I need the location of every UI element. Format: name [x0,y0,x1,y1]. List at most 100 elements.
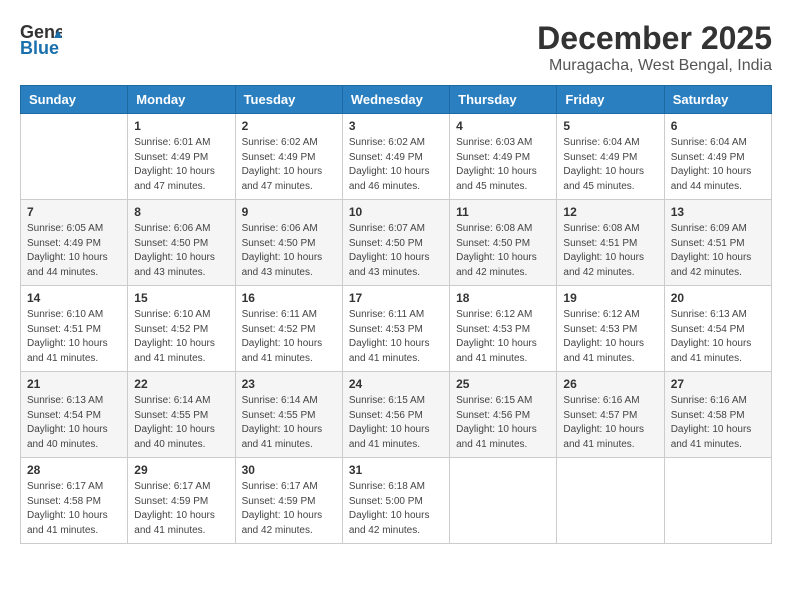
calendar-cell: 2 Sunrise: 6:02 AM Sunset: 4:49 PM Daylig… [235,114,342,200]
day-number: 7 [27,205,121,219]
calendar-cell: 7 Sunrise: 6:05 AM Sunset: 4:49 PM Daylig… [21,200,128,286]
day-number: 24 [349,377,443,391]
logo-icon: General Blue [20,20,62,58]
calendar-cell: 14 Sunrise: 6:10 AM Sunset: 4:51 PM Dayli… [21,286,128,372]
day-info: Sunrise: 6:06 AM Sunset: 4:50 PM Dayligh… [134,222,228,280]
day-number: 26 [563,377,657,391]
calendar-cell: 8 Sunrise: 6:06 AM Sunset: 4:50 PM Daylig… [128,200,235,286]
day-header-thursday: Thursday [450,86,557,114]
calendar-header-row: SundayMondayTuesdayWednesdayThursdayFrid… [21,86,772,114]
calendar-cell: 3 Sunrise: 6:02 AM Sunset: 4:49 PM Daylig… [342,114,449,200]
day-info: Sunrise: 6:16 AM Sunset: 4:57 PM Dayligh… [563,394,657,452]
calendar-cell: 31 Sunrise: 6:18 AM Sunset: 5:00 PM Dayli… [342,458,449,544]
day-number: 19 [563,291,657,305]
calendar-title: December 2025 [537,20,772,57]
calendar-cell: 4 Sunrise: 6:03 AM Sunset: 4:49 PM Daylig… [450,114,557,200]
day-info: Sunrise: 6:06 AM Sunset: 4:50 PM Dayligh… [242,222,336,280]
calendar-cell: 19 Sunrise: 6:12 AM Sunset: 4:53 PM Dayli… [557,286,664,372]
svg-text:Blue: Blue [20,38,59,58]
day-info: Sunrise: 6:16 AM Sunset: 4:58 PM Dayligh… [671,394,765,452]
day-info: Sunrise: 6:03 AM Sunset: 4:49 PM Dayligh… [456,136,550,194]
logo: General Blue [20,20,62,58]
day-info: Sunrise: 6:14 AM Sunset: 4:55 PM Dayligh… [134,394,228,452]
calendar-cell: 28Sunrise: 6:17 AM Sunset: 4:58 PM Dayli… [21,458,128,544]
day-info: Sunrise: 6:11 AM Sunset: 4:52 PM Dayligh… [242,308,336,366]
calendar-cell: 1 Sunrise: 6:01 AM Sunset: 4:49 PM Daylig… [128,114,235,200]
calendar-cell: 25 Sunrise: 6:15 AM Sunset: 4:56 PM Dayli… [450,372,557,458]
day-info: Sunrise: 6:08 AM Sunset: 4:50 PM Dayligh… [456,222,550,280]
day-number: 10 [349,205,443,219]
day-header-saturday: Saturday [664,86,771,114]
day-number: 1 [134,119,228,133]
day-number: 11 [456,205,550,219]
calendar-cell: 26 Sunrise: 6:16 AM Sunset: 4:57 PM Dayli… [557,372,664,458]
day-number: 5 [563,119,657,133]
calendar-cell: 16 Sunrise: 6:11 AM Sunset: 4:52 PM Dayli… [235,286,342,372]
calendar-cell: 12 Sunrise: 6:08 AM Sunset: 4:51 PM Dayli… [557,200,664,286]
day-number: 14 [27,291,121,305]
calendar-cell: 11 Sunrise: 6:08 AM Sunset: 4:50 PM Dayli… [450,200,557,286]
day-info: Sunrise: 6:15 AM Sunset: 4:56 PM Dayligh… [456,394,550,452]
day-header-sunday: Sunday [21,86,128,114]
title-block: December 2025 Muragacha, West Bengal, In… [537,20,772,75]
day-info: Sunrise: 6:07 AM Sunset: 4:50 PM Dayligh… [349,222,443,280]
day-info: Sunrise: 6:01 AM Sunset: 4:49 PM Dayligh… [134,136,228,194]
day-info: Sunrise: 6:10 AM Sunset: 4:51 PM Dayligh… [27,308,121,366]
page-header: General Blue December 2025 Muragacha, We… [20,20,772,75]
day-number: 4 [456,119,550,133]
day-info: Sunrise: 6:15 AM Sunset: 4:56 PM Dayligh… [349,394,443,452]
day-number: 21 [27,377,121,391]
calendar-cell: 27 Sunrise: 6:16 AM Sunset: 4:58 PM Dayli… [664,372,771,458]
day-number: 28 [27,463,121,477]
calendar-cell: 20Sunrise: 6:13 AM Sunset: 4:54 PM Dayli… [664,286,771,372]
calendar-cell: 13Sunrise: 6:09 AM Sunset: 4:51 PM Dayli… [664,200,771,286]
day-number: 30 [242,463,336,477]
calendar-cell: 22 Sunrise: 6:14 AM Sunset: 4:55 PM Dayli… [128,372,235,458]
day-info: Sunrise: 6:04 AM Sunset: 4:49 PM Dayligh… [671,136,765,194]
calendar-cell: 17Sunrise: 6:11 AM Sunset: 4:53 PM Dayli… [342,286,449,372]
day-number: 16 [242,291,336,305]
calendar-cell [21,114,128,200]
day-info: Sunrise: 6:02 AM Sunset: 4:49 PM Dayligh… [349,136,443,194]
day-header-tuesday: Tuesday [235,86,342,114]
day-number: 12 [563,205,657,219]
calendar-cell [557,458,664,544]
day-info: Sunrise: 6:08 AM Sunset: 4:51 PM Dayligh… [563,222,657,280]
calendar-table: SundayMondayTuesdayWednesdayThursdayFrid… [20,85,772,544]
day-number: 29 [134,463,228,477]
calendar-cell: 15 Sunrise: 6:10 AM Sunset: 4:52 PM Dayli… [128,286,235,372]
day-info: Sunrise: 6:18 AM Sunset: 5:00 PM Dayligh… [349,480,443,538]
day-number: 25 [456,377,550,391]
day-info: Sunrise: 6:04 AM Sunset: 4:49 PM Dayligh… [563,136,657,194]
day-info: Sunrise: 6:05 AM Sunset: 4:49 PM Dayligh… [27,222,121,280]
day-number: 23 [242,377,336,391]
calendar-cell: 10 Sunrise: 6:07 AM Sunset: 4:50 PM Dayli… [342,200,449,286]
day-number: 13 [671,205,765,219]
day-number: 22 [134,377,228,391]
day-number: 27 [671,377,765,391]
day-header-friday: Friday [557,86,664,114]
calendar-cell: 30 Sunrise: 6:17 AM Sunset: 4:59 PM Dayli… [235,458,342,544]
day-number: 31 [349,463,443,477]
day-info: Sunrise: 6:17 AM Sunset: 4:59 PM Dayligh… [134,480,228,538]
day-number: 8 [134,205,228,219]
day-info: Sunrise: 6:12 AM Sunset: 4:53 PM Dayligh… [563,308,657,366]
day-info: Sunrise: 6:17 AM Sunset: 4:59 PM Dayligh… [242,480,336,538]
calendar-week-row: 1 Sunrise: 6:01 AM Sunset: 4:49 PM Daylig… [21,114,772,200]
day-number: 3 [349,119,443,133]
day-number: 6 [671,119,765,133]
calendar-week-row: 7 Sunrise: 6:05 AM Sunset: 4:49 PM Daylig… [21,200,772,286]
calendar-cell: 29 Sunrise: 6:17 AM Sunset: 4:59 PM Dayli… [128,458,235,544]
day-info: Sunrise: 6:10 AM Sunset: 4:52 PM Dayligh… [134,308,228,366]
day-number: 15 [134,291,228,305]
calendar-cell: 24 Sunrise: 6:15 AM Sunset: 4:56 PM Dayli… [342,372,449,458]
day-info: Sunrise: 6:13 AM Sunset: 4:54 PM Dayligh… [671,308,765,366]
day-header-monday: Monday [128,86,235,114]
day-number: 2 [242,119,336,133]
day-number: 17 [349,291,443,305]
calendar-cell: 18Sunrise: 6:12 AM Sunset: 4:53 PM Dayli… [450,286,557,372]
day-info: Sunrise: 6:02 AM Sunset: 4:49 PM Dayligh… [242,136,336,194]
calendar-subtitle: Muragacha, West Bengal, India [537,57,772,75]
day-number: 18 [456,291,550,305]
calendar-cell: 5 Sunrise: 6:04 AM Sunset: 4:49 PM Daylig… [557,114,664,200]
